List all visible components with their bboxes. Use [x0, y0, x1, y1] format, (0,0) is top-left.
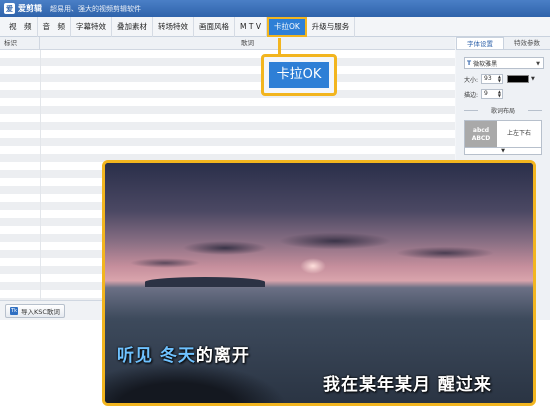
import-ksc-button[interactable]: Tk 导入KSC歌词	[5, 304, 65, 318]
foreground-rock	[105, 363, 285, 403]
chevron-down-icon: ▼	[536, 61, 540, 67]
menu-subtitle-effects[interactable]: 字幕特效	[71, 16, 112, 37]
karaoke-sung-text: 听见 冬天	[117, 346, 196, 366]
app-slogan: 超易用、强大的视频剪辑软件	[50, 4, 141, 13]
layout-dropdown-icon[interactable]: ▼	[464, 148, 542, 155]
app-logo-icon: 爱	[4, 3, 15, 14]
lyrics-table-header: 标识 歌词	[0, 37, 455, 50]
color-dropdown-icon[interactable]: ▼	[531, 76, 535, 82]
callout-connector	[278, 38, 281, 55]
settings-tabs: 字体设置 特效参数	[456, 37, 550, 50]
font-family-value: 微软雅黑	[473, 60, 498, 68]
spinner-icon[interactable]: ▲ ▼	[498, 90, 501, 98]
layout-selector[interactable]: abcd ABCD 上左下右	[464, 120, 542, 148]
video-preview: 听见 冬天的离开 我在某年某月 醒过来	[102, 160, 536, 406]
karaoke-callout-label: 卡拉OK	[269, 62, 329, 88]
title-bar: 爱 爱剪辑 超易用、强大的视频剪辑软件	[0, 0, 550, 17]
sun	[300, 258, 326, 274]
text-color-swatch[interactable]	[507, 75, 529, 83]
karaoke-line-2: 我在某年某月 醒过来	[323, 375, 492, 395]
stroke-input[interactable]: 9 ▲ ▼	[481, 89, 503, 99]
layout-preview: abcd ABCD	[465, 121, 497, 147]
menu-style[interactable]: 画面风格	[194, 16, 235, 37]
tab-font-settings[interactable]: 字体设置	[456, 37, 504, 49]
island	[145, 277, 265, 287]
font-icon: T	[467, 59, 472, 67]
size-label: 大小:	[464, 76, 479, 84]
main-menu: 视 频 音 频 字幕特效 叠加素材 转场特效 画面风格 M T V 卡拉OK 升…	[0, 16, 550, 37]
karaoke-callout: 卡拉OK	[261, 54, 337, 96]
stroke-row: 描边: 9 ▲ ▼	[464, 89, 542, 99]
layout-label: 上左下右	[506, 130, 531, 137]
app-name: 爱剪辑	[18, 4, 42, 13]
size-row: 大小: 93 ▲ ▼ ▼	[464, 74, 542, 84]
menu-audio[interactable]: 音 频	[38, 16, 71, 37]
stroke-value: 9	[484, 90, 488, 97]
stroke-label: 描边:	[464, 91, 479, 99]
menu-overlay[interactable]: 叠加素材	[112, 16, 153, 37]
layout-preview-line2: ABCD	[471, 135, 491, 142]
layout-preview-line1: abcd	[472, 127, 490, 134]
font-family-select[interactable]: T 微软雅黑 ▼	[464, 57, 544, 69]
size-value: 93	[484, 75, 492, 82]
menu-karaoke[interactable]: 卡拉OK	[266, 16, 307, 37]
karaoke-line-1: 听见 冬天的离开	[117, 341, 250, 366]
karaoke-unsung-text: 的离开	[195, 346, 250, 366]
menu-upgrade[interactable]: 升级与服务	[307, 16, 356, 37]
spinner-icon[interactable]: ▲ ▼	[498, 75, 501, 83]
size-input[interactable]: 93 ▲ ▼	[481, 74, 503, 84]
menu-transition[interactable]: 转场特效	[153, 16, 194, 37]
column-header-mark[interactable]: 标识	[0, 37, 40, 49]
layout-section-title: 歌词布局	[464, 106, 542, 115]
font-settings-panel: T 微软雅黑 ▼ 大小: 93 ▲ ▼ ▼ 描边: 9 ▲ ▼ 歌词布局 abcd AB…	[456, 50, 550, 158]
menu-video[interactable]: 视 频	[4, 16, 38, 37]
column-header-lyric[interactable]: 歌词	[40, 37, 455, 49]
import-lyrics-icon: Tk	[10, 307, 18, 315]
menu-mtv[interactable]: M T V	[235, 16, 267, 37]
tab-effect-params[interactable]: 特效参数	[504, 37, 550, 49]
import-ksc-label: 导入KSC歌词	[21, 308, 60, 316]
